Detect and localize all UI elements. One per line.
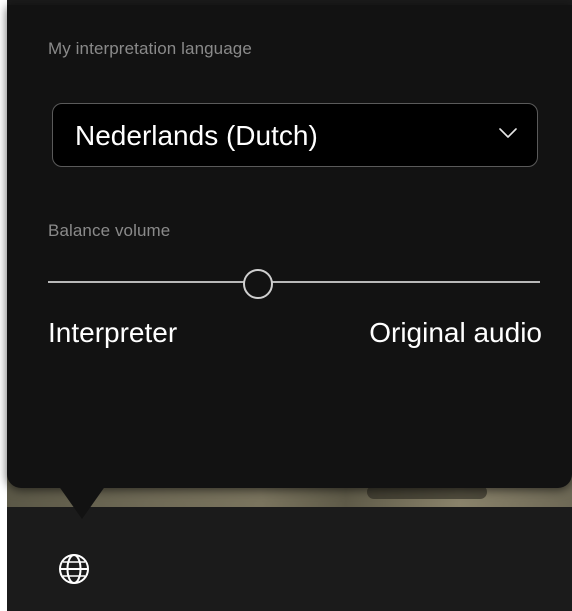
balance-volume-slider[interactable]	[48, 267, 540, 299]
slider-thumb[interactable]	[243, 269, 274, 299]
language-dropdown-value: Nederlands (Dutch)	[75, 120, 318, 151]
interpreter-label: Interpreter	[48, 317, 178, 348]
interpretation-popover: My interpretation language Nederlands (D…	[7, 5, 572, 488]
chevron-down-icon	[499, 128, 517, 138]
popover-arrow	[58, 485, 106, 519]
language-dropdown[interactable]: Nederlands (Dutch)	[52, 103, 538, 167]
slider-track[interactable]	[48, 281, 540, 283]
original-audio-label: Original audio	[369, 317, 542, 348]
globe-icon[interactable]	[55, 550, 93, 588]
interpretation-language-label: My interpretation language	[48, 39, 252, 58]
balance-volume-label: Balance volume	[48, 221, 171, 240]
interpretation-screen: My interpretation language Nederlands (D…	[0, 0, 572, 611]
